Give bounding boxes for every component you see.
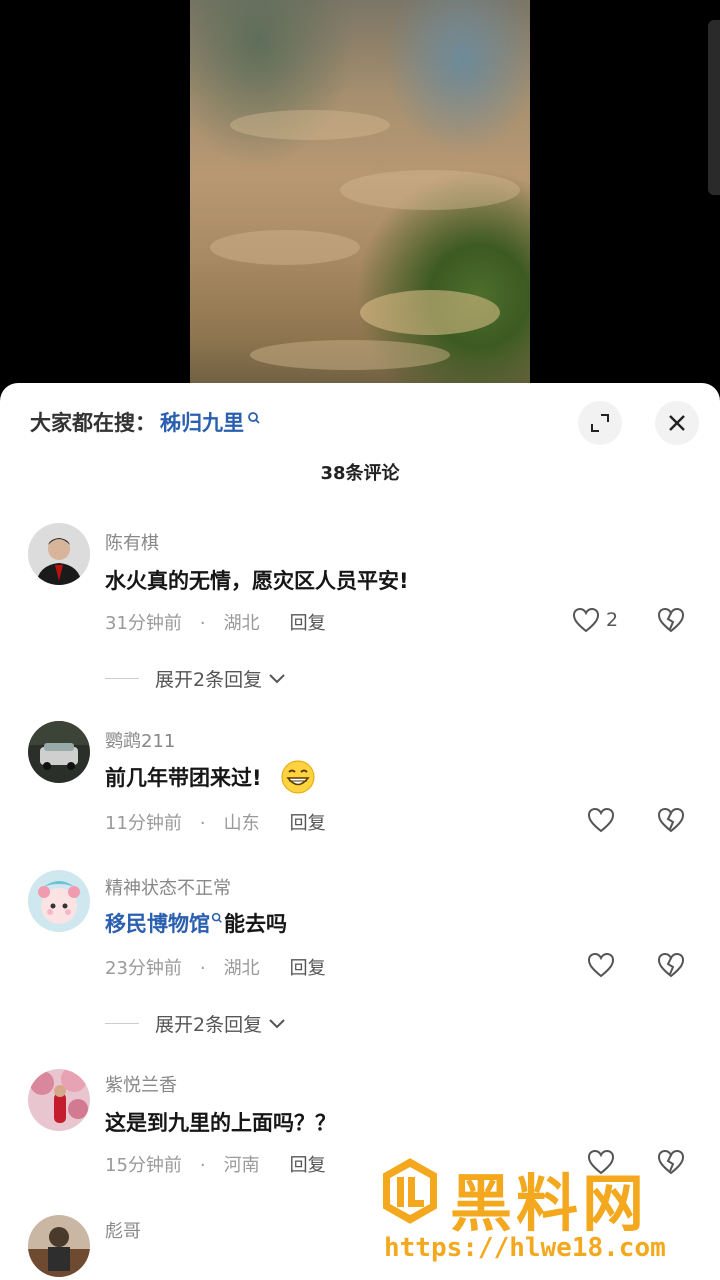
comment-location: 山东: [223, 813, 260, 834]
search-suggestion[interactable]: 大家都在搜： 秭归九里: [30, 407, 262, 437]
comment-meta: 31分钟前 · 湖北 回复: [105, 613, 326, 634]
watermark-brand: 黑料网: [450, 1167, 649, 1240]
dislike-button[interactable]: [657, 952, 685, 982]
comment-item: 陈有棋 水火真的无情，愿灾区人员平安! 31分钟前 · 湖北 回复 2 展开2条回复: [0, 523, 720, 703]
username[interactable]: 紫悦兰香: [105, 1071, 177, 1097]
comment-text: 这是到九里的上面吗？？: [105, 1111, 336, 1135]
heart-icon: [587, 807, 615, 833]
search-icon: [211, 912, 222, 923]
search-term[interactable]: 秭归九里: [160, 407, 244, 437]
username[interactable]: 精神状态不正常: [105, 874, 231, 900]
dislike-button[interactable]: [657, 607, 685, 637]
avatar[interactable]: [28, 870, 90, 932]
brand-logo-icon: [381, 1155, 439, 1227]
comment-location: 河南: [223, 1155, 260, 1176]
avatar[interactable]: [28, 523, 90, 585]
dislike-button[interactable]: [657, 807, 685, 837]
comment-time: 15分钟前: [105, 1155, 182, 1176]
comment-count: 38条评论: [320, 463, 400, 484]
heart-icon: [587, 952, 615, 978]
heart-icon: [572, 607, 600, 633]
like-button[interactable]: [587, 952, 615, 978]
expand-icon: [591, 414, 609, 432]
comment-time: 23分钟前: [105, 958, 182, 979]
search-prefix: 大家都在搜：: [30, 411, 156, 435]
username[interactable]: 陈有棋: [105, 529, 159, 555]
username[interactable]: 彪哥: [105, 1217, 141, 1243]
side-handle[interactable]: [708, 20, 720, 195]
comment-meta: 15分钟前 · 河南 回复: [105, 1155, 326, 1176]
close-button[interactable]: [655, 401, 699, 445]
reply-button[interactable]: 回复: [290, 958, 326, 979]
comment-item: 鹦鹉211 前几年带团来过! 11分钟前 · 山东 回复: [0, 721, 720, 841]
divider-line: [105, 1023, 139, 1024]
comment-text: 前几年带团来过!: [105, 759, 316, 795]
comment-location: 湖北: [223, 958, 260, 979]
reply-button[interactable]: 回复: [290, 813, 326, 834]
comment-time: 11分钟前: [105, 813, 182, 834]
expand-button[interactable]: [578, 401, 622, 445]
comment-item: 精神状态不正常 移民博物馆 能去吗 23分钟前 · 湖北 回复 展开2条回复: [0, 870, 720, 1050]
expand-replies-button[interactable]: 展开2条回复: [105, 1010, 288, 1037]
comment-text-content: 能去吗: [224, 912, 287, 936]
chevron-down-icon: [269, 1018, 285, 1028]
comment-search-link[interactable]: 移民博物馆: [105, 908, 210, 938]
reply-button[interactable]: 回复: [290, 613, 326, 634]
expand-replies-button[interactable]: 展开2条回复: [105, 665, 288, 692]
avatar[interactable]: [28, 1069, 90, 1131]
broken-heart-icon: [657, 952, 685, 978]
like-button[interactable]: [587, 807, 615, 833]
broken-heart-icon: [657, 807, 685, 833]
broken-heart-icon: [657, 607, 685, 633]
like-button[interactable]: 2: [572, 607, 618, 633]
avatar[interactable]: [28, 1215, 90, 1277]
watermark-url: https://hlwe18.com: [384, 1233, 666, 1263]
comment-time: 31分钟前: [105, 613, 182, 634]
chevron-down-icon: [269, 673, 285, 683]
expand-replies-label: 展开2条回复: [155, 669, 263, 691]
comment-text: 移民博物馆 能去吗: [105, 908, 287, 938]
search-icon: [248, 412, 260, 424]
flood-video-frame[interactable]: [190, 0, 530, 395]
comment-text-content: 前几年带团来过!: [105, 766, 262, 790]
reply-button[interactable]: 回复: [290, 1155, 326, 1176]
video-area[interactable]: [0, 0, 720, 395]
like-count: 2: [606, 609, 619, 631]
comment-meta: 23分钟前 · 湖北 回复: [105, 958, 326, 979]
comment-meta: 11分钟前 · 山东 回复: [105, 813, 326, 834]
divider-line: [105, 678, 139, 679]
comment-location: 湖北: [223, 613, 260, 634]
comments-panel: 大家都在搜： 秭归九里 38条评论 陈有棋 水火真的无情，愿灾区人员平安! 31…: [0, 383, 720, 1280]
watermark: 黑料网 https://hlwe18.com: [380, 1155, 715, 1273]
close-icon: [669, 415, 685, 431]
grin-emoji-icon: [281, 760, 315, 794]
expand-replies-label: 展开2条回复: [155, 1014, 263, 1036]
avatar[interactable]: [28, 721, 90, 783]
username[interactable]: 鹦鹉211: [105, 727, 175, 753]
comment-text: 水火真的无情，愿灾区人员平安!: [105, 569, 409, 593]
